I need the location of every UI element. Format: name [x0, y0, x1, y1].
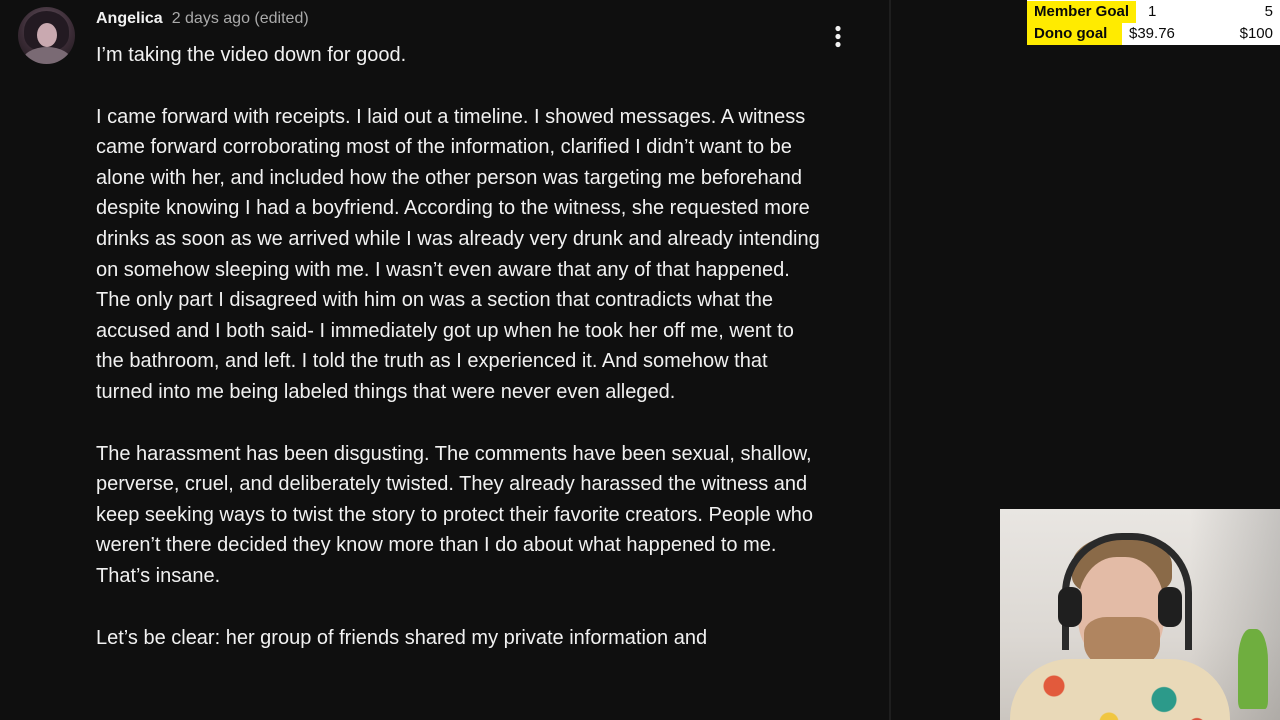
more-vert-icon: [835, 25, 841, 48]
more-vert-button[interactable]: [826, 22, 850, 52]
comment-header: Angelica 2 days ago (edited): [96, 10, 309, 30]
avatar-face: [37, 23, 57, 47]
headset-left-cup: [1058, 587, 1082, 627]
dono-goal-label: Dono goal: [1027, 23, 1123, 45]
comment-paragraph: I came forward with receipts. I laid out…: [96, 105, 820, 403]
member-goal-row: Member Goal 1 5: [1027, 1, 1280, 23]
dono-goal-row: Dono goal $39.76 $100: [1027, 23, 1280, 45]
comment-paragraph: I’m taking the video down for good.: [96, 44, 407, 66]
member-goal-label: Member Goal: [1027, 1, 1137, 23]
webcam-person-shirt: [1010, 659, 1230, 720]
comment-body: I’m taking the video down for good. I ca…: [96, 40, 826, 684]
comment-timestamp[interactable]: 2 days ago (edited): [172, 10, 309, 28]
dono-goal-current: $39.76: [1129, 25, 1175, 42]
dono-goal-target: $100: [1239, 25, 1273, 42]
panel-divider: [889, 0, 891, 720]
member-goal-current: 1: [1148, 3, 1157, 20]
comment-panel: Angelica 2 days ago (edited) I’m taking …: [0, 0, 889, 720]
member-goal-target: 5: [1264, 3, 1273, 20]
webcam-plant: [1238, 629, 1268, 709]
headset-right-cup: [1158, 587, 1182, 627]
avatar[interactable]: [18, 7, 75, 64]
comment-paragraph: Let’s be clear: her group of friends sha…: [96, 626, 708, 649]
comment-paragraph: The harassment has been disgusting. The …: [96, 442, 814, 587]
avatar-shoulders: [22, 47, 72, 64]
goals-overlay: Member Goal 1 5 Dono goal $39.76 $100: [1027, 0, 1280, 45]
stream-screen: Angelica 2 days ago (edited) I’m taking …: [0, 0, 1280, 720]
comment-author[interactable]: Angelica: [96, 10, 163, 28]
webcam-feed: [1000, 509, 1280, 720]
